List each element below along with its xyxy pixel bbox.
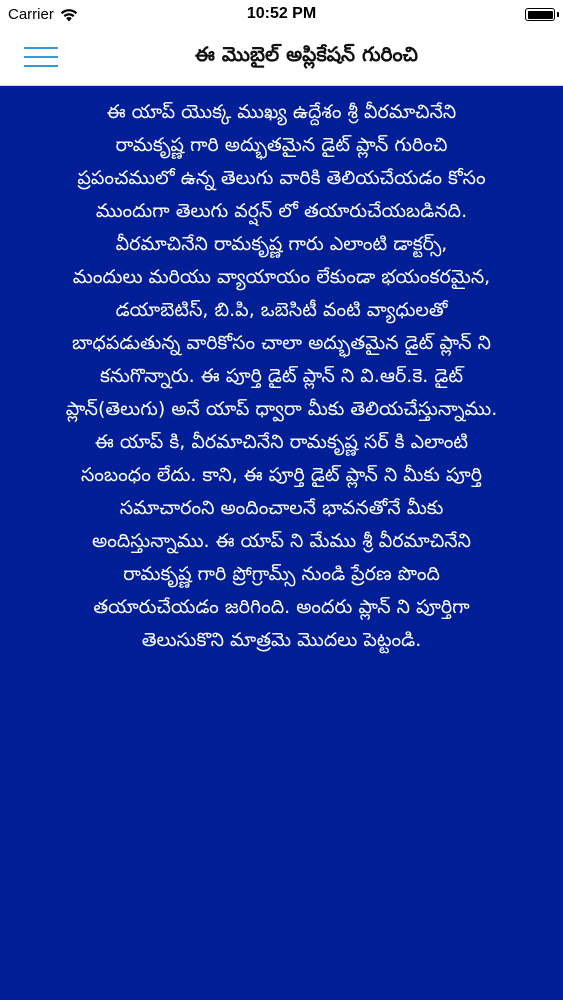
- battery-icon: [525, 8, 559, 21]
- page-title: ఈ మొబైల్ అప్లికేషన్ గురించి: [195, 42, 418, 66]
- about-text: ఈ యాప్ యొక్క ముఖ్య ఉద్దేశం శ్రీ వీరమాచిన…: [65, 101, 498, 651]
- battery-level: [527, 10, 553, 19]
- hamburger-menu-icon[interactable]: [24, 45, 58, 69]
- content-area[interactable]: ఈ యాప్ యొక్క ముఖ్య ఉద్దేశం శ్రీ వీరమాచిన…: [0, 86, 563, 1000]
- status-bar: Carrier 10:52 PM: [0, 0, 563, 30]
- status-time: 10:52 PM: [246, 5, 317, 22]
- navigation-bar: ఈ మొబైల్ అప్లికేషన్ గురించి: [0, 30, 563, 86]
